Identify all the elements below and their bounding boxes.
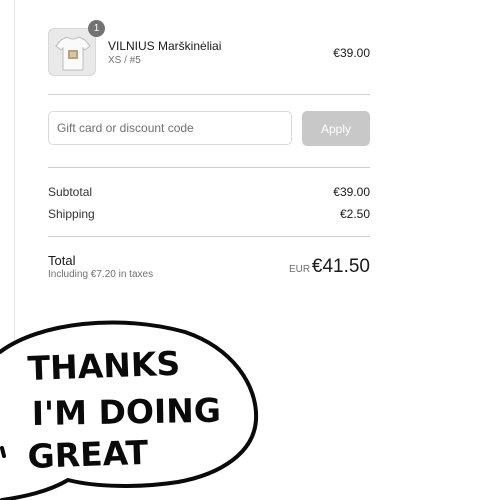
doodle-line-3: GREAT <box>27 433 149 476</box>
doodle-line-2: I'M DOING <box>31 391 221 433</box>
pen-mark <box>0 446 6 458</box>
speech-bubble-doodle: THANKS I'M DOING GREAT <box>0 320 259 500</box>
doodle-line-1: THANKS <box>27 344 181 388</box>
